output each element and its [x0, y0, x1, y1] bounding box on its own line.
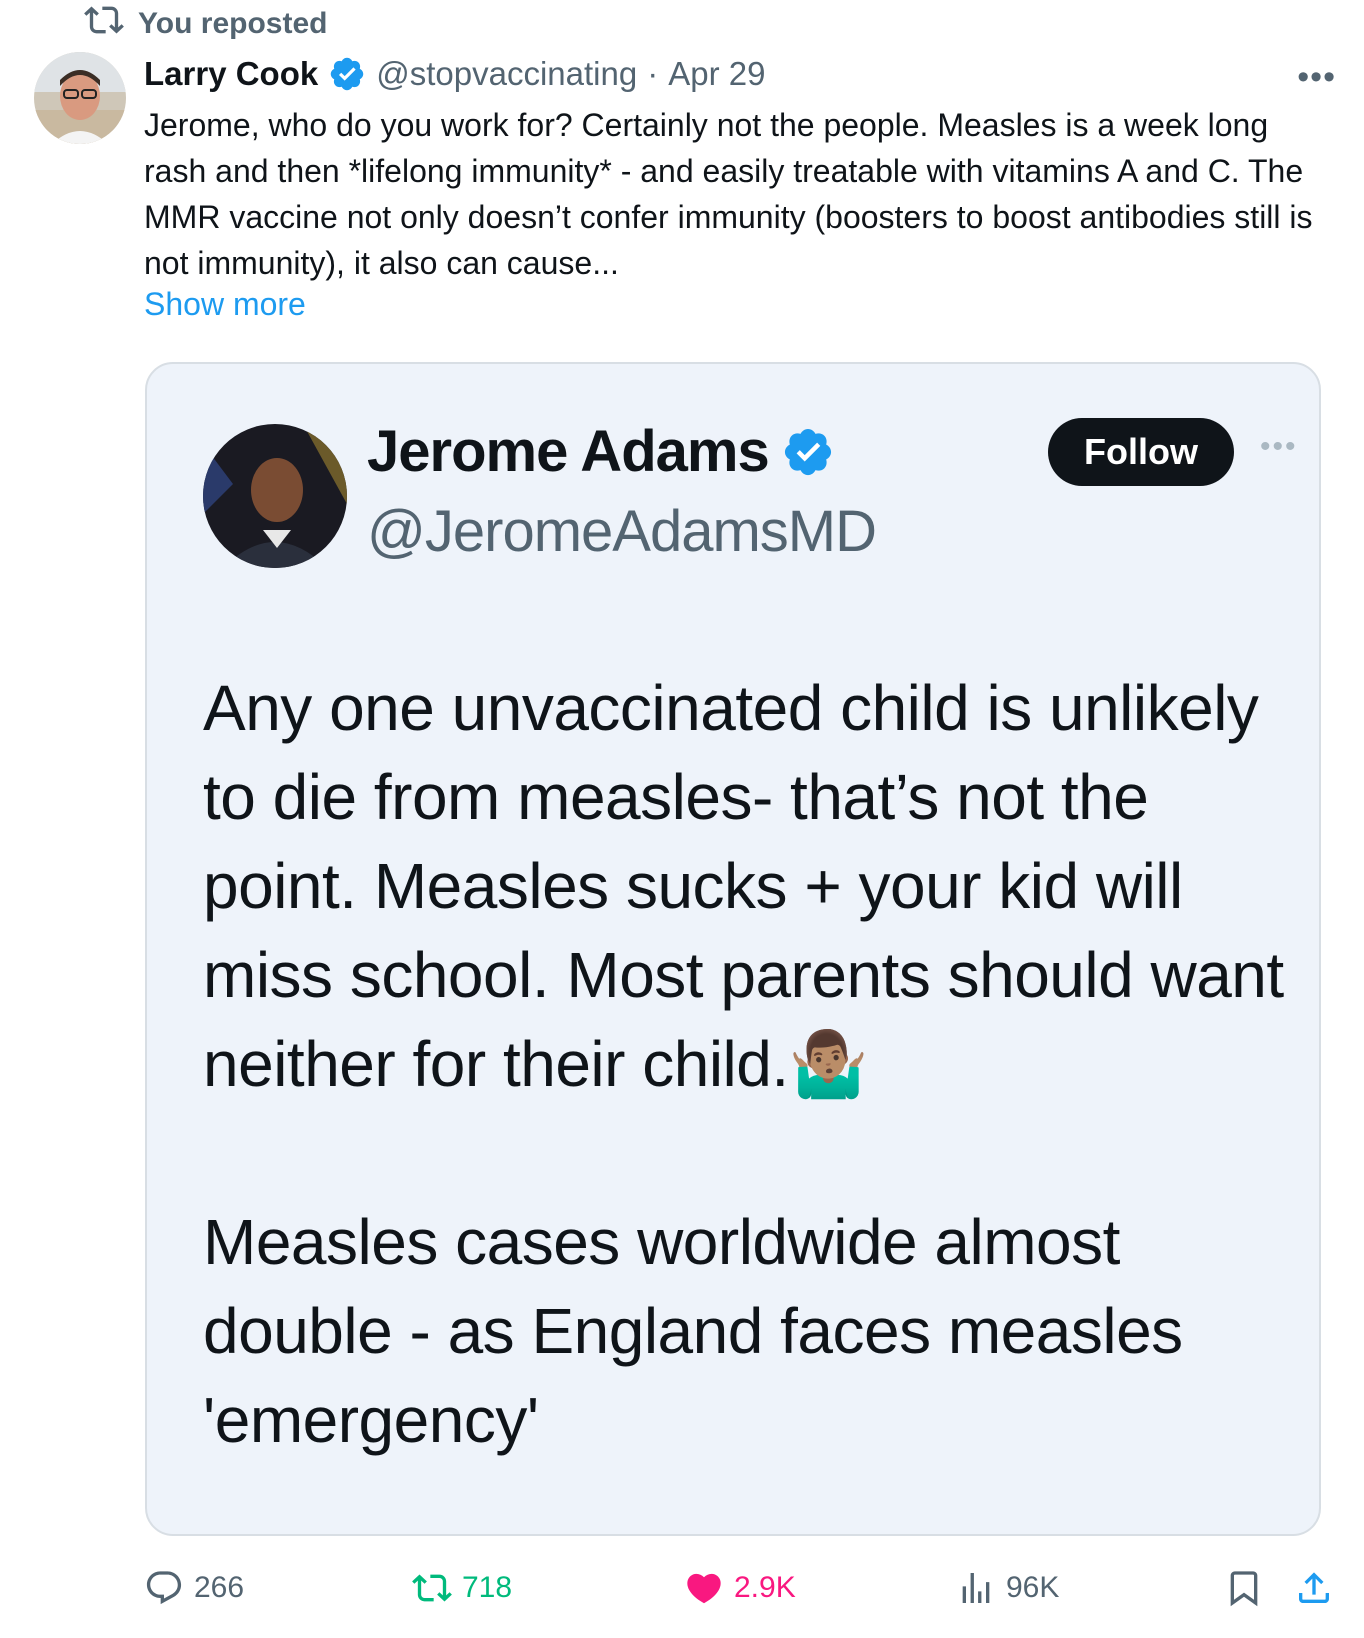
- follow-button: Follow: [1048, 418, 1234, 486]
- like-count: 2.9K: [734, 1571, 796, 1604]
- tweet-text: Jerome, who do you work for? Certainly n…: [144, 107, 1313, 281]
- author-handle[interactable]: @stopvaccinating: [376, 55, 637, 93]
- reply-count: 266: [194, 1571, 245, 1604]
- tweet-header: Larry Cook @stopvaccinating · Apr 29: [144, 52, 765, 96]
- repost-banner: You reposted: [84, 4, 327, 44]
- quoted-paragraph-2: Measles cases worldwide almost double - …: [203, 1206, 1183, 1456]
- repost-banner-text: You reposted: [138, 7, 328, 40]
- reply-button[interactable]: 266: [144, 1560, 244, 1616]
- repost-icon: [84, 0, 124, 48]
- show-more-link[interactable]: Show more: [144, 286, 306, 323]
- reply-icon: [146, 1571, 182, 1605]
- quoted-author-avatar: [203, 424, 347, 568]
- verified-badge-icon: [328, 55, 366, 93]
- share-button[interactable]: [1294, 1560, 1334, 1616]
- repost-button[interactable]: 718: [412, 1560, 512, 1616]
- quoted-author-row: Jerome Adams: [367, 418, 835, 485]
- views-button[interactable]: 96K: [956, 1560, 1059, 1616]
- quoted-paragraph-1: Any one unvaccinated child is unlikely t…: [203, 672, 1284, 1100]
- heart-icon: [687, 1573, 721, 1604]
- quoted-more-icon: •••: [1260, 430, 1298, 463]
- quoted-verified-badge-icon: [781, 425, 835, 479]
- like-button[interactable]: 2.9K: [684, 1560, 796, 1616]
- bookmark-icon: [1230, 1571, 1258, 1607]
- author-avatar[interactable]: [34, 52, 126, 144]
- author-name[interactable]: Larry Cook: [144, 55, 318, 93]
- quoted-tweet-card[interactable]: Jerome Adams @JeromeAdamsMD Follow ••• A…: [145, 362, 1321, 1536]
- quoted-author-handle: @JeromeAdamsMD: [367, 499, 877, 564]
- quoted-author-name: Jerome Adams: [367, 419, 770, 484]
- repost-count: 718: [462, 1571, 513, 1604]
- share-icon: [1299, 1572, 1329, 1603]
- quoted-tweet-body: Any one unvaccinated child is unlikely t…: [203, 664, 1293, 1465]
- more-options-icon[interactable]: •••: [1297, 58, 1336, 97]
- analytics-icon: [962, 1573, 990, 1603]
- tweet-date[interactable]: Apr 29: [668, 55, 765, 93]
- header-separator: ·: [647, 55, 659, 92]
- bookmark-button[interactable]: [1224, 1560, 1264, 1616]
- action-bar: 266 718 2.9K 96K: [144, 1560, 1344, 1616]
- views-count: 96K: [1006, 1571, 1060, 1604]
- repost-icon: [412, 1574, 452, 1602]
